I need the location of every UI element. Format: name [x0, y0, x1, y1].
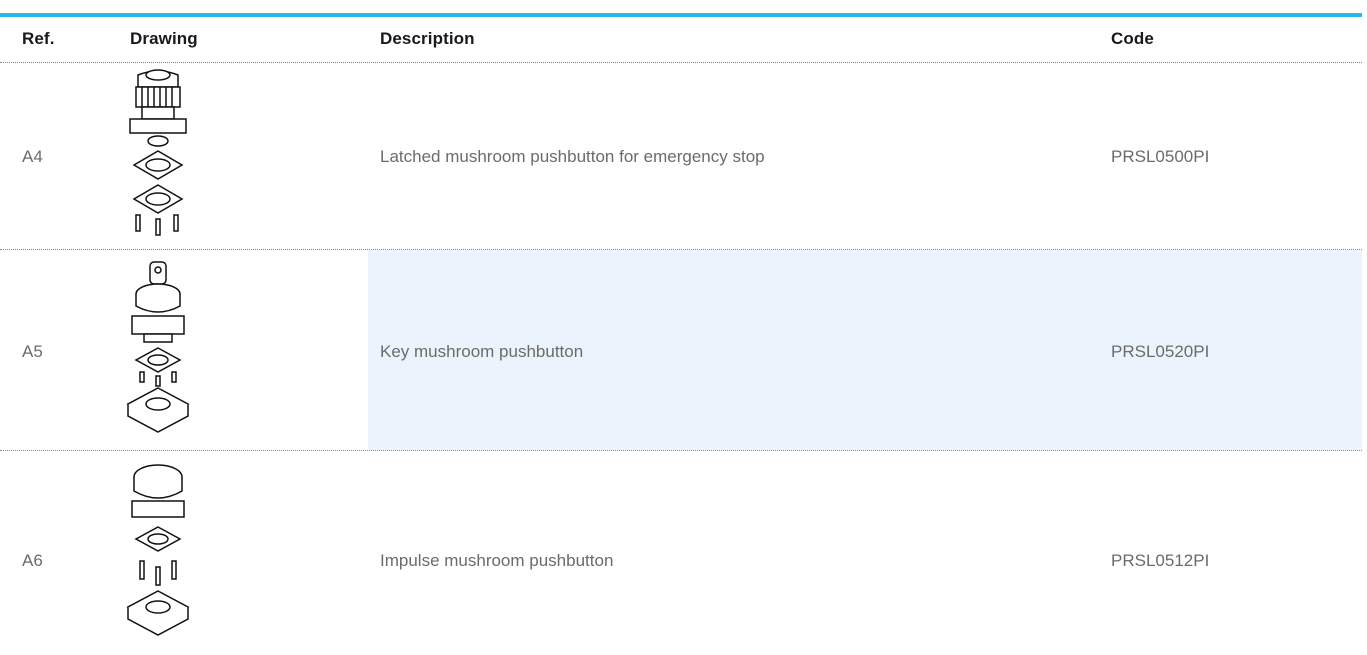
table-row: A5 Key mushroom pushbutton PRSL0520PI [0, 250, 1362, 450]
row-code: PRSL0520PI [1111, 342, 1210, 361]
header-ref: Ref. [22, 29, 55, 48]
row-ref: A5 [22, 342, 43, 361]
table-row: A4 Latched mushroom pushbutton for emerg… [0, 63, 1362, 249]
row-ref: A4 [22, 147, 43, 166]
row-ref: A6 [22, 551, 43, 570]
impulse-pushbutton-drawing-icon [118, 461, 198, 645]
header-description: Description [380, 29, 475, 48]
row-description: Latched mushroom pushbutton for emergenc… [380, 147, 765, 166]
table-header: Ref. Drawing Description Code [0, 17, 1362, 62]
table-row: A6 Impulse mushroom pushbutton PRSL0512P… [0, 451, 1362, 655]
latched-pushbutton-drawing-icon [118, 67, 198, 237]
product-table: Ref. Drawing Description Code A4 Latched… [0, 0, 1367, 655]
row-code: PRSL0500PI [1111, 147, 1210, 166]
row-code: PRSL0512PI [1111, 551, 1210, 570]
key-pushbutton-drawing-icon [118, 260, 198, 440]
row-description: Impulse mushroom pushbutton [380, 551, 614, 570]
header-code: Code [1111, 29, 1154, 48]
header-drawing: Drawing [130, 29, 198, 48]
row-description: Key mushroom pushbutton [380, 342, 584, 361]
